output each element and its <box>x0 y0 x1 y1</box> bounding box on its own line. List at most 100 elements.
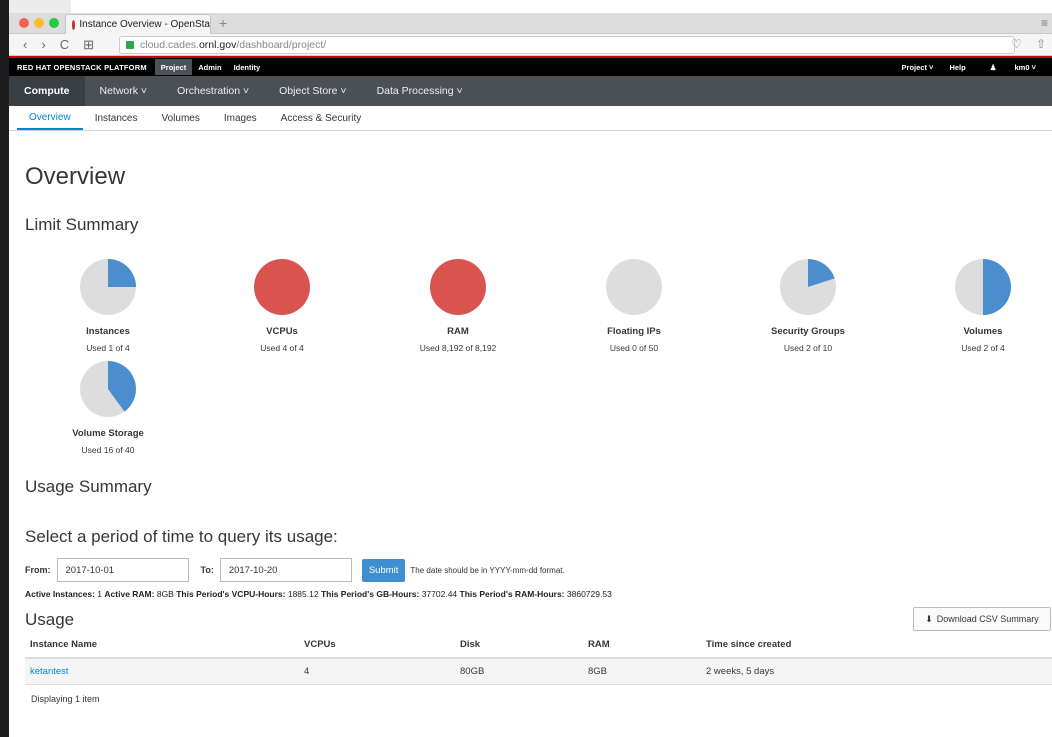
tab-overview[interactable]: Overview <box>17 106 83 130</box>
limit-chart-floating-ips: Floating IPs Used 0 of 50 <box>554 258 714 353</box>
limit-chart-volume-storage: Volume Storage Used 16 of 40 <box>28 360 188 455</box>
limit-used-text: Used 4 of 4 <box>260 343 304 353</box>
pie-used-slice <box>983 259 1011 315</box>
limit-label: Security Groups <box>771 326 845 337</box>
limit-chart-ram: RAM Used 8,192 of 8,192 <box>378 258 538 353</box>
pie-chart <box>254 259 310 315</box>
tab-title: Instance Overview - OpenSta <box>79 19 210 30</box>
window-controls <box>19 18 59 28</box>
from-label: From: <box>25 565 51 575</box>
url-path: /dashboard/project/ <box>236 39 327 51</box>
stat-value: 3860729.53 <box>566 589 612 599</box>
stat-label: This Period's GB-Hours: <box>320 589 420 599</box>
share-icon[interactable]: ⇧ <box>1036 37 1046 51</box>
close-window-button[interactable] <box>19 18 29 28</box>
tab-bar: Instance Overview - OpenSta + ≡ <box>9 13 1052 34</box>
column-header[interactable]: RAM <box>583 635 701 659</box>
browser-window: Instance Overview - OpenSta + ≡ ‹ › C ⊞ … <box>9 0 1052 737</box>
reload-icon[interactable]: C <box>60 37 69 53</box>
limit-chart-vcpus: VCPUs Used 4 of 4 <box>202 258 362 353</box>
bookmark-heart-icon[interactable]: ♡ <box>1011 37 1022 51</box>
nav-orchestration[interactable]: Orchestration ˅ <box>162 76 264 106</box>
pie-background <box>254 259 310 315</box>
stat-value: 8GB <box>156 589 174 599</box>
nav-data-processing[interactable]: Data Processing ˅ <box>362 76 478 106</box>
vcpus-cell: 4 <box>299 658 455 685</box>
tab-images[interactable]: Images <box>212 106 269 130</box>
limit-used-text: Used 0 of 50 <box>609 343 659 353</box>
new-tab-icon[interactable]: + <box>219 15 227 31</box>
compute-nav: Compute Network ˅ Orchestration ˅ Object… <box>9 76 1052 106</box>
pie-chart <box>80 259 136 315</box>
topnav-identity[interactable]: Identity <box>228 59 267 75</box>
limit-used-text: Used 16 of 40 <box>81 445 135 455</box>
url-prefix: cloud.cades. <box>140 39 199 51</box>
project-dropdown[interactable]: Project ˅ <box>894 63 942 72</box>
download-csv-label: Download CSV Summary <box>936 614 1039 624</box>
url-domain: ornl.gov <box>198 39 237 51</box>
pie-used-slice <box>108 259 136 287</box>
tab-instances[interactable]: Instances <box>83 106 150 130</box>
stat-label: This Period's VCPU-Hours: <box>176 589 286 599</box>
limit-used-text: Used 1 of 4 <box>86 343 130 353</box>
forward-icon[interactable]: › <box>41 37 45 53</box>
browser-tab[interactable]: Instance Overview - OpenSta <box>65 14 211 34</box>
period-form: From: To: Submit The date should be in Y… <box>25 558 565 582</box>
url-field[interactable]: cloud.cades.ornl.gov/dashboard/project/ <box>119 36 1015 54</box>
item-count: Displaying 1 item <box>31 694 100 704</box>
nav-compute[interactable]: Compute <box>9 76 85 106</box>
user-menu[interactable]: ♟ km0 ˅ <box>974 63 1052 72</box>
nav-network[interactable]: Network ˅ <box>85 76 163 106</box>
from-date-input[interactable] <box>56 558 189 582</box>
column-header[interactable]: Instance Name <box>25 635 299 659</box>
platform-bar: RED HAT OPENSTACK PLATFORM Project Admin… <box>9 56 1052 76</box>
limit-summary-title: Limit Summary <box>25 215 139 234</box>
usage-stats: Active Instances: 1 Active RAM: 8GB This… <box>25 589 612 599</box>
limit-label: Floating IPs <box>607 326 661 337</box>
tab-menu-icon[interactable]: ≡ <box>1041 16 1048 30</box>
column-header[interactable]: Time since created <box>701 635 1052 659</box>
background-window-strip <box>9 0 1052 13</box>
brand-logo[interactable]: RED HAT OPENSTACK PLATFORM <box>9 63 155 72</box>
nav-object-store[interactable]: Object Store ˅ <box>264 76 361 106</box>
column-header[interactable]: Disk <box>455 635 583 659</box>
ram-cell: 8GB <box>583 658 701 685</box>
limit-chart-instances: Instances Used 1 of 4 <box>28 258 188 353</box>
stat-label: This Period's RAM-Hours: <box>459 589 565 599</box>
column-header[interactable]: VCPUs <box>299 635 455 659</box>
disk-cell: 80GB <box>455 658 583 685</box>
tab-volumes[interactable]: Volumes <box>150 106 212 130</box>
pie-chart <box>955 259 1011 315</box>
pie-chart <box>780 259 836 315</box>
submit-button[interactable]: Submit <box>361 558 406 582</box>
minimize-window-button[interactable] <box>34 18 44 28</box>
limit-used-text: Used 2 of 10 <box>783 343 833 353</box>
back-icon[interactable]: ‹ <box>23 37 27 53</box>
stat-label: Active Instances: <box>25 589 95 599</box>
limit-label: Volumes <box>963 326 1003 337</box>
limit-used-text: Used 8,192 of 8,192 <box>419 343 497 353</box>
stat-value: 1885.12 <box>287 589 319 599</box>
age-cell: 2 weeks, 5 days <box>701 658 1052 685</box>
limit-chart-volumes: Volumes Used 2 of 4 <box>903 258 1052 353</box>
help-link[interactable]: Help <box>941 63 973 72</box>
to-date-input[interactable] <box>219 558 352 582</box>
lock-icon <box>126 41 134 49</box>
topnav-admin[interactable]: Admin <box>192 59 227 75</box>
instance-link[interactable]: ketantest <box>30 666 69 677</box>
pie-background <box>606 259 662 315</box>
topnav-project[interactable]: Project <box>154 59 193 75</box>
zoom-window-button[interactable] <box>49 18 59 28</box>
download-icon: ⬇ <box>925 613 933 624</box>
download-csv-button[interactable]: ⬇ Download CSV Summary <box>913 607 1051 631</box>
instance-name-cell: ketantest <box>25 658 299 685</box>
tab-access-security[interactable]: Access & Security <box>269 106 374 130</box>
limit-label: Volume Storage <box>72 428 144 439</box>
stat-label: Active RAM: <box>104 589 155 599</box>
pie-chart <box>606 259 662 315</box>
period-title: Select a period of time to query its usa… <box>25 527 338 546</box>
address-bar-row: ‹ › C ⊞ cloud.cades.ornl.gov/dashboard/p… <box>9 34 1052 56</box>
grid-icon[interactable]: ⊞ <box>83 37 94 53</box>
sub-nav: Overview Instances Volumes Images Access… <box>9 106 1052 131</box>
usage-title: Usage <box>25 610 75 629</box>
